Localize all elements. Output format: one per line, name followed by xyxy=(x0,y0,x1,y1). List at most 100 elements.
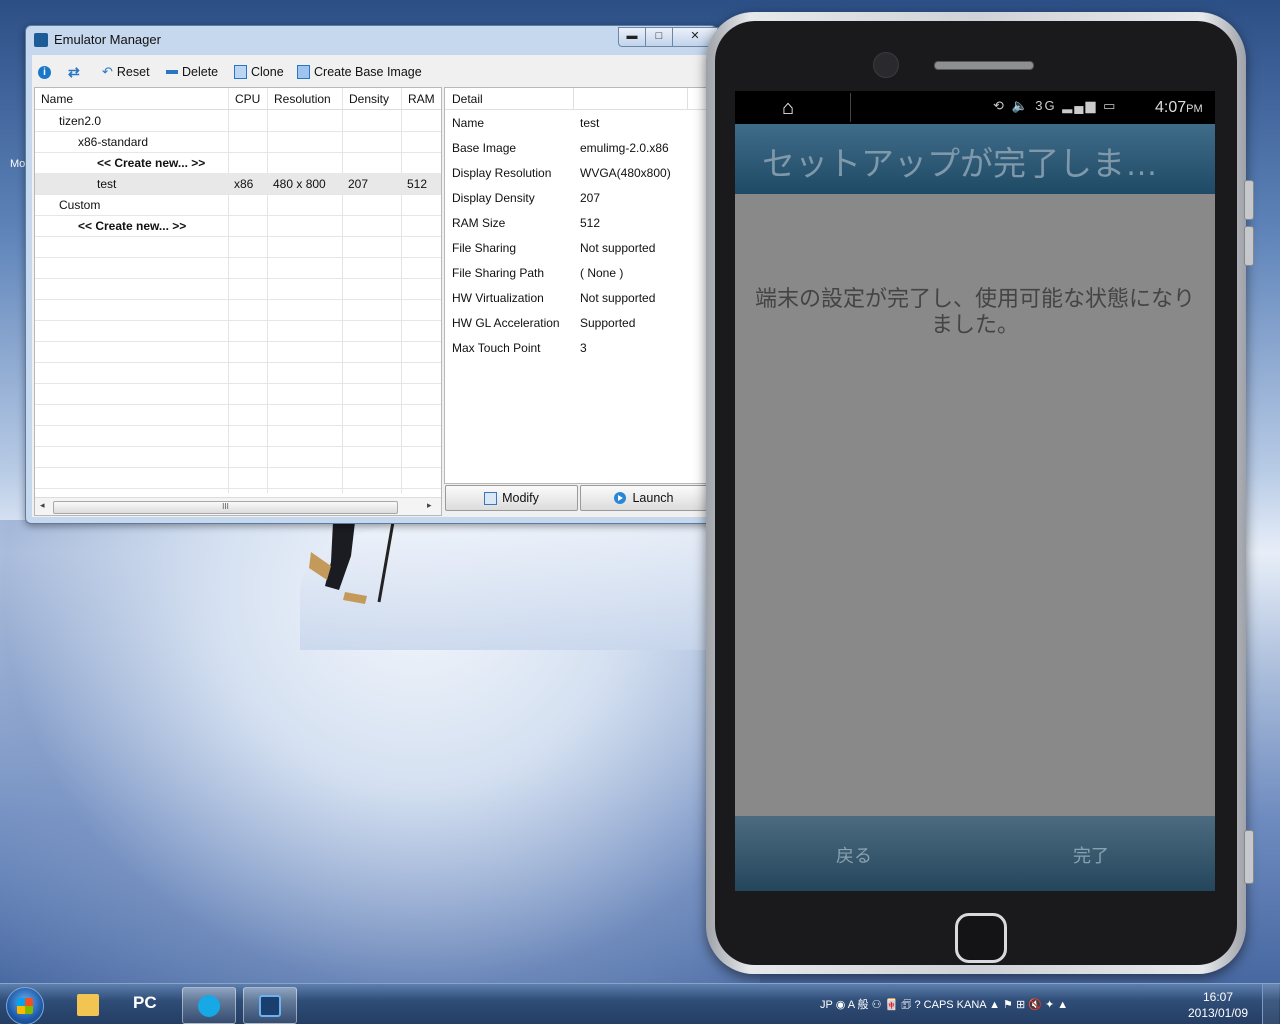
scroll-right-arrow-icon[interactable]: ▸ xyxy=(427,500,432,511)
maximize-button[interactable]: □ xyxy=(645,27,673,47)
info-icon: i xyxy=(38,65,51,79)
launch-label: Launch xyxy=(632,491,674,505)
skype-icon xyxy=(198,995,220,1017)
window-client: i ⇄ ↶ Reset Delete Clone Create Base Imag… xyxy=(32,55,708,517)
tree-row[interactable]: x86-standard xyxy=(35,131,441,153)
play-icon xyxy=(614,492,627,504)
tree-row[interactable]: << Create new... >> xyxy=(35,215,441,237)
volume-up-button[interactable] xyxy=(1244,180,1254,220)
new-document-icon xyxy=(297,65,310,79)
row-name: tizen2.0 xyxy=(59,114,102,128)
taskbar-explorer[interactable] xyxy=(62,987,114,1022)
taskbar-skype[interactable] xyxy=(182,987,236,1024)
detail-value: 207 xyxy=(580,191,601,205)
detail-label: HW GL Acceleration xyxy=(452,316,560,330)
refresh-button[interactable]: ⇄ xyxy=(68,63,84,81)
back-button[interactable]: 戻る xyxy=(836,842,872,868)
create-base-image-button[interactable]: Create Base Image xyxy=(297,63,422,81)
wallpaper-skier xyxy=(309,522,395,604)
row-density: 207 xyxy=(348,177,369,191)
setup-complete-message: 端末の設定が完了し、使用可能な状態になりました。 xyxy=(754,286,1195,337)
home-icon[interactable]: ⌂ xyxy=(782,97,794,120)
tree-row[interactable]: << Create new... >> xyxy=(35,152,441,174)
minimize-button[interactable]: ▬ xyxy=(618,27,646,47)
column-header-cpu[interactable]: CPU xyxy=(235,92,260,106)
detail-label: RAM Size xyxy=(452,216,506,230)
vm-tree-table[interactable]: Name CPU Resolution Density RAM tizen2.0… xyxy=(34,87,442,516)
status-icons: ⟲ 🔈 3G ▂▄▆ ▭ xyxy=(993,98,1118,113)
show-desktop-button[interactable] xyxy=(1262,984,1279,1024)
row-name: test xyxy=(97,177,117,191)
done-button[interactable]: 完了 xyxy=(1073,842,1109,868)
detail-header: Detail xyxy=(445,88,707,110)
detail-value: test xyxy=(580,116,600,130)
setup-title: セットアップが完了しま… xyxy=(762,145,1158,182)
taskbar: PC JP ◉ A 般 ⚇ 🀄 🗊 ? CAPS KANA ▲ ⚑ ⊞ 🔇 ✦ … xyxy=(0,983,1280,1024)
detail-panel: Detail Name test Base Image emulimg-2.0.… xyxy=(444,87,708,484)
column-header-density[interactable]: Density xyxy=(349,92,389,106)
detail-value: WVGA(480x800) xyxy=(580,166,671,180)
tree-row[interactable]: tizen2.0 xyxy=(35,110,441,132)
folder-icon xyxy=(77,994,99,1016)
status-time: 4:07 xyxy=(1155,99,1187,116)
empty-row xyxy=(35,425,441,447)
empty-row xyxy=(35,341,441,363)
pc-icon: PC xyxy=(133,993,157,1012)
clone-button[interactable]: Clone xyxy=(234,63,284,81)
create-base-image-label: Create Base Image xyxy=(314,65,422,79)
detail-label: HW Virtualization xyxy=(452,291,544,305)
row-name: << Create new... >> xyxy=(97,156,206,170)
bottom-action-bar: 戻る 完了 xyxy=(735,816,1215,891)
column-header-name[interactable]: Name xyxy=(41,92,73,106)
detail-header-label: Detail xyxy=(452,92,483,106)
horizontal-scrollbar[interactable]: ◂ III ▸ xyxy=(35,497,441,515)
status-bar: ⌂ ⟲ 🔈 3G ▂▄▆ ▭ 4:07PM xyxy=(735,91,1215,124)
desktop-icon-label[interactable]: Mo xyxy=(10,158,25,170)
taskbar-emulator-manager[interactable] xyxy=(243,987,297,1024)
volume-down-button[interactable] xyxy=(1244,226,1254,266)
detail-value: Not supported xyxy=(580,291,656,305)
header-divider xyxy=(687,88,688,109)
window-titlebar[interactable]: Emulator Manager ▬ □ ✕ xyxy=(26,26,718,52)
scrollbar-thumb[interactable]: III xyxy=(53,501,398,514)
scroll-left-arrow-icon[interactable]: ◂ xyxy=(40,500,45,511)
modify-button[interactable]: Modify xyxy=(445,485,578,511)
detail-label: Display Density xyxy=(452,191,535,205)
system-tray[interactable]: JP ◉ A 般 ⚇ 🀄 🗊 ? CAPS KANA ▲ ⚑ ⊞ 🔇 ✦ ▲ xyxy=(820,996,1068,1015)
empty-row xyxy=(35,236,441,258)
delete-button[interactable]: Delete xyxy=(166,63,218,81)
app-titlebar: セットアップが完了しま… xyxy=(735,124,1215,194)
detail-label: Max Touch Point xyxy=(452,341,541,355)
detail-value: 3 xyxy=(580,341,587,355)
row-cpu: x86 xyxy=(234,177,254,191)
tree-row[interactable]: Custom xyxy=(35,194,441,216)
status-divider xyxy=(850,93,851,122)
empty-row xyxy=(35,299,441,321)
info-button[interactable]: i xyxy=(38,63,55,81)
taskbar-pc[interactable]: PC xyxy=(122,987,174,1022)
power-button[interactable] xyxy=(1244,830,1254,884)
empty-row xyxy=(35,257,441,279)
start-button[interactable] xyxy=(6,987,44,1024)
empty-row xyxy=(35,320,441,342)
detail-value: ( None ) xyxy=(580,266,624,280)
tree-row-selected[interactable]: test x86 480 x 800 207 512 xyxy=(35,173,441,195)
detail-value: emulimg-2.0.x86 xyxy=(580,141,669,155)
home-hardware-button[interactable] xyxy=(955,913,1007,963)
clock-time: 16:07 xyxy=(1202,990,1234,1004)
header-divider xyxy=(573,88,574,109)
toolbar: i ⇄ ↶ Reset Delete Clone Create Base Imag… xyxy=(32,55,708,87)
detail-label: File Sharing Path xyxy=(452,266,545,280)
phone-screen[interactable]: ⌂ ⟲ 🔈 3G ▂▄▆ ▭ 4:07PM セットアップが完了しま… 端末の設定… xyxy=(735,91,1215,891)
launch-button[interactable]: Launch xyxy=(580,485,708,511)
status-clock: 4:07PM xyxy=(1155,99,1203,117)
detail-value: Not supported xyxy=(580,241,656,255)
taskbar-clock[interactable]: 16:07 2013/01/09 xyxy=(1187,989,1249,1021)
column-header-ram[interactable]: RAM xyxy=(408,92,435,106)
row-name: Custom xyxy=(59,198,101,212)
reset-button[interactable]: ↶ Reset xyxy=(102,63,150,81)
column-header-resolution[interactable]: Resolution xyxy=(274,92,331,106)
clone-icon xyxy=(234,65,247,79)
empty-row xyxy=(35,467,441,489)
row-ram: 512 xyxy=(407,177,428,191)
